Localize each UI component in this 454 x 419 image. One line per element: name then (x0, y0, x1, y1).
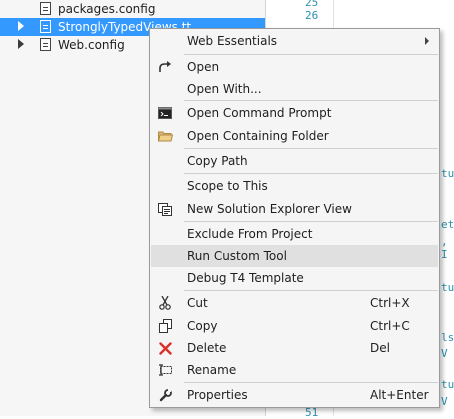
code-fragment: , I (441, 235, 448, 261)
menu-item-copy[interactable]: Copy Ctrl+C (151, 315, 438, 337)
menu-item-label: Debug T4 Template (187, 271, 304, 285)
line-number: 25 (305, 0, 319, 9)
rename-icon (157, 362, 173, 378)
code-fragment: tu (441, 167, 454, 180)
code-fragment: et (441, 218, 454, 231)
delete-x-icon (157, 340, 173, 356)
code-fragment: V (441, 347, 448, 360)
menu-item-cut[interactable]: Cut Ctrl+X (151, 292, 438, 314)
menu-item-delete[interactable]: Delete Del (151, 337, 438, 359)
menu-item-exclude-from-project[interactable]: Exclude From Project (151, 223, 438, 245)
menu-separator (184, 382, 438, 383)
line-number: 26 (305, 9, 319, 22)
menu-item-shortcut: Ctrl+C (370, 319, 410, 333)
code-fragment: V (441, 395, 448, 408)
menu-separator (184, 100, 438, 101)
menu-item-properties[interactable]: Properties Alt+Enter (151, 384, 438, 406)
open-arrow-icon (157, 59, 173, 75)
menu-item-label: Properties (187, 388, 248, 402)
config-file-icon (40, 38, 51, 51)
expand-arrow-icon[interactable] (18, 21, 24, 31)
menu-item-label: Exclude From Project (187, 227, 313, 241)
context-menu: Web Essentials Open Open With... Open Co… (149, 28, 440, 408)
menu-item-copy-path[interactable]: Copy Path (151, 150, 438, 172)
config-file-icon (40, 2, 51, 15)
tt-file-icon (40, 20, 51, 33)
menu-item-label: Rename (187, 363, 237, 377)
menu-item-open-with[interactable]: Open With... (151, 78, 438, 100)
menu-item-shortcut: Ctrl+X (370, 296, 410, 310)
menu-separator (184, 54, 438, 55)
menu-item-shortcut: Alt+Enter (370, 388, 429, 402)
menu-item-open-command-prompt[interactable]: Open Command Prompt (151, 102, 438, 124)
menu-item-label: Copy Path (187, 154, 248, 168)
scissors-icon (157, 295, 173, 311)
menu-item-label: New Solution Explorer View (187, 202, 352, 216)
menu-item-label: Run Custom Tool (187, 249, 287, 263)
folder-icon (157, 128, 173, 144)
menu-item-web-essentials[interactable]: Web Essentials (151, 30, 438, 52)
submenu-arrow-icon (425, 37, 429, 45)
menu-item-scope-to-this[interactable]: Scope to This (151, 175, 438, 197)
code-fragment: ls (441, 331, 454, 344)
menu-item-label: Open Containing Folder (187, 129, 329, 143)
menu-item-label: Copy (187, 319, 218, 333)
tree-item-packages-config[interactable]: packages.config (0, 0, 265, 18)
code-fragment: tu (441, 281, 454, 294)
menu-item-label: Delete (187, 341, 227, 355)
copy-icon (157, 318, 173, 334)
menu-item-open[interactable]: Open (151, 56, 438, 78)
menu-separator (184, 148, 438, 149)
menu-separator (184, 173, 438, 174)
menu-item-label: Open Command Prompt (187, 106, 332, 120)
menu-item-debug-t4-template[interactable]: Debug T4 Template (151, 267, 438, 289)
menu-item-shortcut: Del (370, 341, 390, 355)
menu-item-new-solution-explorer-view[interactable]: New Solution Explorer View (151, 198, 438, 220)
menu-item-label: Open (187, 60, 220, 74)
menu-item-rename[interactable]: Rename (151, 359, 438, 381)
tree-item-label: Web.config (58, 38, 125, 52)
solution-explorer-view-icon (157, 201, 173, 217)
menu-separator (184, 290, 438, 291)
menu-item-open-containing-folder[interactable]: Open Containing Folder (151, 125, 438, 147)
menu-item-label: Scope to This (187, 179, 268, 193)
code-fragment: tu (441, 378, 454, 391)
menu-separator (184, 221, 438, 222)
menu-item-run-custom-tool[interactable]: Run Custom Tool (151, 245, 438, 267)
expand-arrow-icon[interactable] (18, 39, 24, 49)
wrench-icon (157, 387, 173, 403)
menu-item-label: Web Essentials (187, 34, 278, 48)
command-prompt-icon (157, 105, 173, 121)
menu-item-label: Open With... (187, 82, 262, 96)
menu-item-label: Cut (187, 296, 208, 310)
tree-item-label: packages.config (58, 2, 156, 16)
